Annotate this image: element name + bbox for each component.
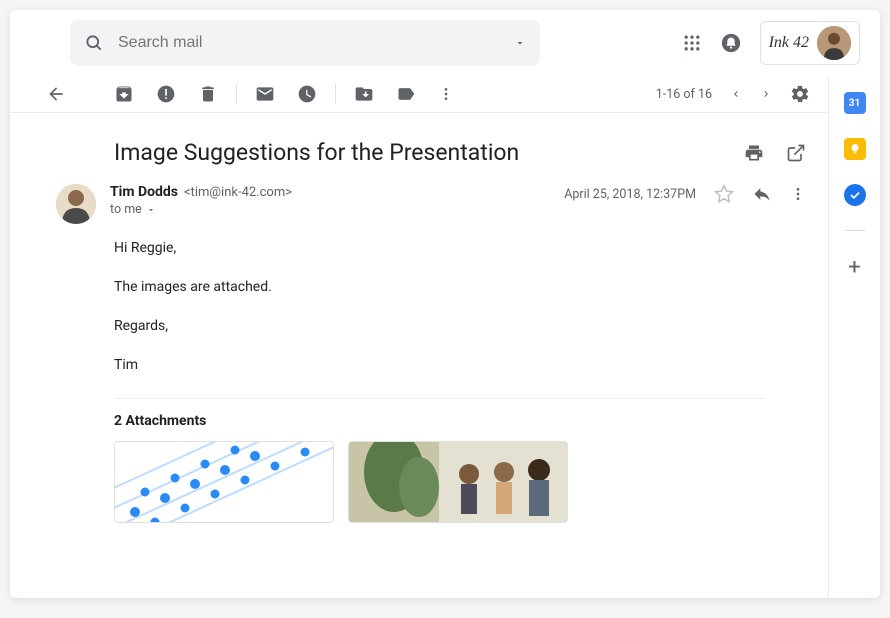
- sender-avatar[interactable]: [56, 184, 96, 224]
- next-page-icon[interactable]: [760, 88, 772, 100]
- tasks-icon[interactable]: [844, 184, 866, 206]
- archive-icon[interactable]: [114, 84, 134, 104]
- search-icon: [84, 33, 104, 53]
- delete-icon[interactable]: [198, 84, 218, 104]
- reply-icon[interactable]: [752, 184, 772, 204]
- attachments-section: 2 Attachments: [56, 394, 806, 523]
- message-more-icon[interactable]: [790, 186, 806, 202]
- message-header: Tim Dodds <tim@ink-42.com> to me April 2…: [56, 184, 806, 224]
- email-subject: Image Suggestions for the Presentation: [114, 139, 728, 166]
- message: Tim Dodds <tim@ink-42.com> to me April 2…: [10, 176, 828, 523]
- search-input[interactable]: [118, 34, 514, 52]
- message-body: Hi Reggie, The images are attached. Rega…: [56, 224, 806, 376]
- brand-box[interactable]: Ink 42: [760, 21, 860, 65]
- attachments-title: 2 Attachments: [114, 413, 806, 429]
- body-line: Tim: [114, 355, 806, 376]
- open-new-window-icon[interactable]: [786, 143, 806, 163]
- message-timestamp: April 25, 2018, 12:37PM: [564, 187, 696, 202]
- notifications-icon[interactable]: [720, 32, 742, 54]
- brand-text: Ink 42: [769, 34, 809, 52]
- attachment-thumbnail[interactable]: [348, 441, 568, 523]
- print-icon[interactable]: [744, 143, 764, 163]
- more-icon[interactable]: [438, 84, 454, 104]
- user-avatar[interactable]: [817, 26, 851, 60]
- body-line: Hi Reggie,: [114, 238, 806, 259]
- labels-icon[interactable]: [396, 84, 416, 104]
- attachment-thumbnail[interactable]: [114, 441, 334, 523]
- sender-name: Tim Dodds: [110, 184, 178, 200]
- recipient-line[interactable]: to me: [110, 202, 550, 217]
- header-right: Ink 42: [682, 21, 860, 65]
- side-panel: 31 +: [828, 76, 880, 598]
- mark-unread-icon[interactable]: [255, 84, 275, 104]
- calendar-icon[interactable]: 31: [844, 92, 866, 114]
- subject-row: Image Suggestions for the Presentation: [10, 113, 828, 176]
- body-line: Regards,: [114, 316, 806, 337]
- keep-icon[interactable]: [844, 138, 866, 160]
- body-line: The images are attached.: [114, 277, 806, 298]
- search-bar[interactable]: [70, 20, 540, 66]
- settings-icon[interactable]: [790, 84, 810, 104]
- pagination-text: 1-16 of 16: [656, 87, 712, 102]
- back-icon[interactable]: [46, 84, 66, 104]
- report-spam-icon[interactable]: [156, 84, 176, 104]
- add-addon-icon[interactable]: +: [848, 255, 860, 280]
- header: Ink 42: [10, 10, 880, 76]
- move-to-icon[interactable]: [354, 84, 374, 104]
- toolbar: 1-16 of 16: [10, 76, 828, 113]
- search-dropdown-icon[interactable]: [514, 37, 526, 49]
- side-panel-divider: [845, 230, 865, 231]
- app-window: Ink 42: [10, 10, 880, 598]
- star-icon[interactable]: [714, 184, 734, 204]
- apps-icon[interactable]: [682, 33, 702, 53]
- sender-email: <tim@ink-42.com>: [184, 185, 292, 200]
- prev-page-icon[interactable]: [730, 88, 742, 100]
- snooze-icon[interactable]: [297, 84, 317, 104]
